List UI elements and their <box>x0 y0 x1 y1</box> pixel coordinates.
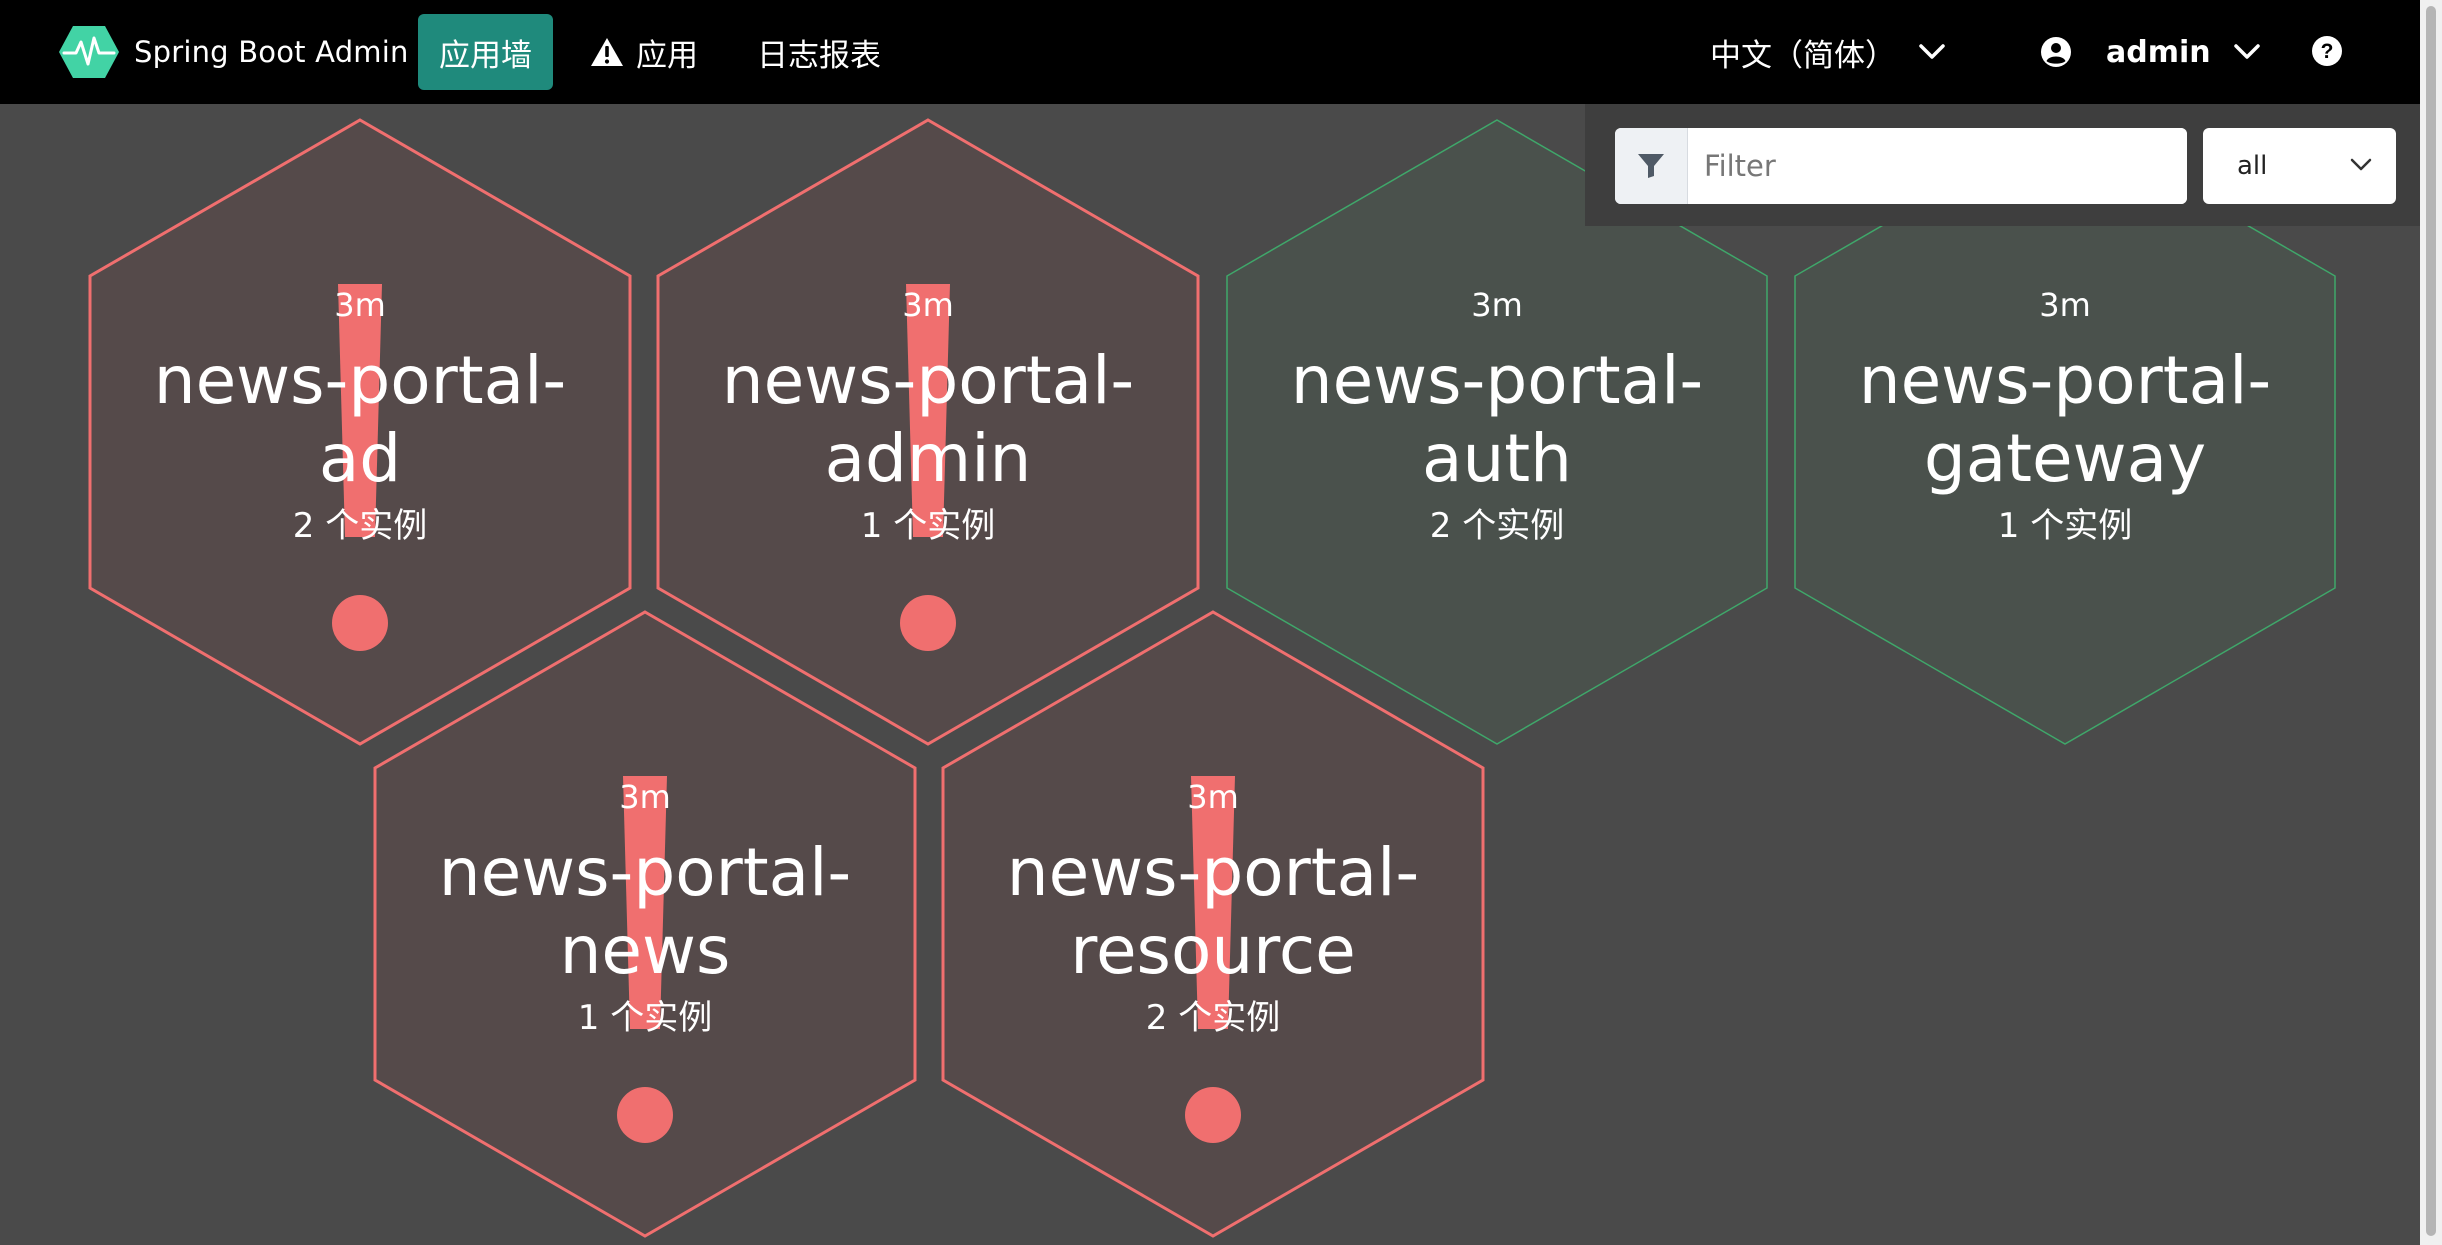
app-uptime: 3m <box>334 286 386 324</box>
app-name-line1: news-portal- <box>153 342 567 419</box>
nav-item-wallboard[interactable]: 应用墙 <box>418 14 553 90</box>
app-name-line2: resource <box>1070 912 1356 989</box>
scrollbar-thumb[interactable] <box>2426 6 2436 1236</box>
language-label: 中文（简体） <box>1710 37 1896 74</box>
nav-item-label: 日志报表 <box>757 37 881 74</box>
app-instance-count: 2 个实例 <box>292 506 428 546</box>
app-uptime: 3m <box>1187 778 1239 816</box>
app-card-admin[interactable]: 3m news-portal-admin 1 个实例 <box>668 286 1188 547</box>
filter-panel: all <box>1585 104 2420 226</box>
app-card-auth[interactable]: 3m news-portal-auth 2 个实例 <box>1237 286 1757 547</box>
chevron-down-icon <box>2233 44 2260 59</box>
app-card-gateway[interactable]: 3m news-portal-gateway 1 个实例 <box>1805 286 2325 547</box>
page-scrollbar[interactable] <box>2420 0 2442 1245</box>
app-name-line2: ad <box>318 420 402 497</box>
app-uptime: 3m <box>619 778 671 816</box>
nav-item-label: 应用 <box>636 37 698 74</box>
app-instance-count: 1 个实例 <box>1997 506 2133 546</box>
app-uptime: 3m <box>1471 286 1523 324</box>
app-name-line1: news-portal- <box>1290 342 1704 419</box>
app-card-news[interactable]: 3m news-portal-news 1 个实例 <box>385 778 905 1039</box>
app-name-line2: admin <box>824 420 1032 497</box>
app-name-line1: news-portal- <box>1858 342 2272 419</box>
app-card-ad[interactable]: 3m news-portal-ad 2 个实例 <box>100 286 620 547</box>
app-name-line2: auth <box>1422 420 1572 497</box>
nav-item-log-reports[interactable]: 日志报表 <box>735 14 903 90</box>
svg-text:?: ? <box>2321 40 2334 63</box>
filter-input[interactable] <box>1688 128 2187 204</box>
exclamation-dot-icon <box>617 1087 673 1143</box>
spring-boot-admin-logo-icon <box>59 26 119 78</box>
app-uptime: 3m <box>902 286 954 324</box>
warning-icon <box>591 38 623 66</box>
language-selector[interactable]: 中文（简体） <box>1710 14 1946 90</box>
app-instance-count: 2 个实例 <box>1145 998 1281 1038</box>
exclamation-dot-icon <box>900 595 956 651</box>
status-filter-select[interactable]: all <box>2203 128 2396 204</box>
app-name-line1: news-portal- <box>1006 834 1420 911</box>
filter-icon <box>1638 154 1664 178</box>
app-name-line1: news-portal- <box>438 834 852 911</box>
app-card-resource[interactable]: 3m news-portal-resource 2 个实例 <box>953 778 1473 1039</box>
chevron-down-icon <box>2350 158 2372 171</box>
user-menu[interactable]: admin <box>2040 14 2261 90</box>
nav-item-label: 应用墙 <box>439 37 532 74</box>
status-filter-value: all <box>2237 151 2268 181</box>
chevron-down-icon <box>1919 44 1945 59</box>
top-navbar: Spring Boot Admin 应用墙 应用 日志报表 中文（简体） adm… <box>0 0 2442 104</box>
exclamation-dot-icon <box>1185 1087 1241 1143</box>
exclamation-dot-icon <box>332 595 388 651</box>
question-circle-icon[interactable]: ? <box>2311 35 2343 67</box>
app-instance-count: 1 个实例 <box>860 506 996 546</box>
app-name-line2: news <box>559 912 731 989</box>
nav-item-applications[interactable]: 应用 <box>568 14 720 90</box>
brand[interactable]: Spring Boot Admin <box>58 24 409 80</box>
user-name: admin <box>2106 34 2211 70</box>
app-instance-count: 1 个实例 <box>577 998 713 1038</box>
app-name-line1: news-portal- <box>721 342 1135 419</box>
app-name-line2: gateway <box>1923 420 2207 497</box>
brand-name: Spring Boot Admin <box>134 35 409 69</box>
app-uptime: 3m <box>2039 286 2091 324</box>
app-instance-count: 2 个实例 <box>1429 506 1565 546</box>
filter-box <box>1615 128 2187 204</box>
filter-addon <box>1615 128 1688 204</box>
user-circle-icon <box>2041 37 2071 67</box>
